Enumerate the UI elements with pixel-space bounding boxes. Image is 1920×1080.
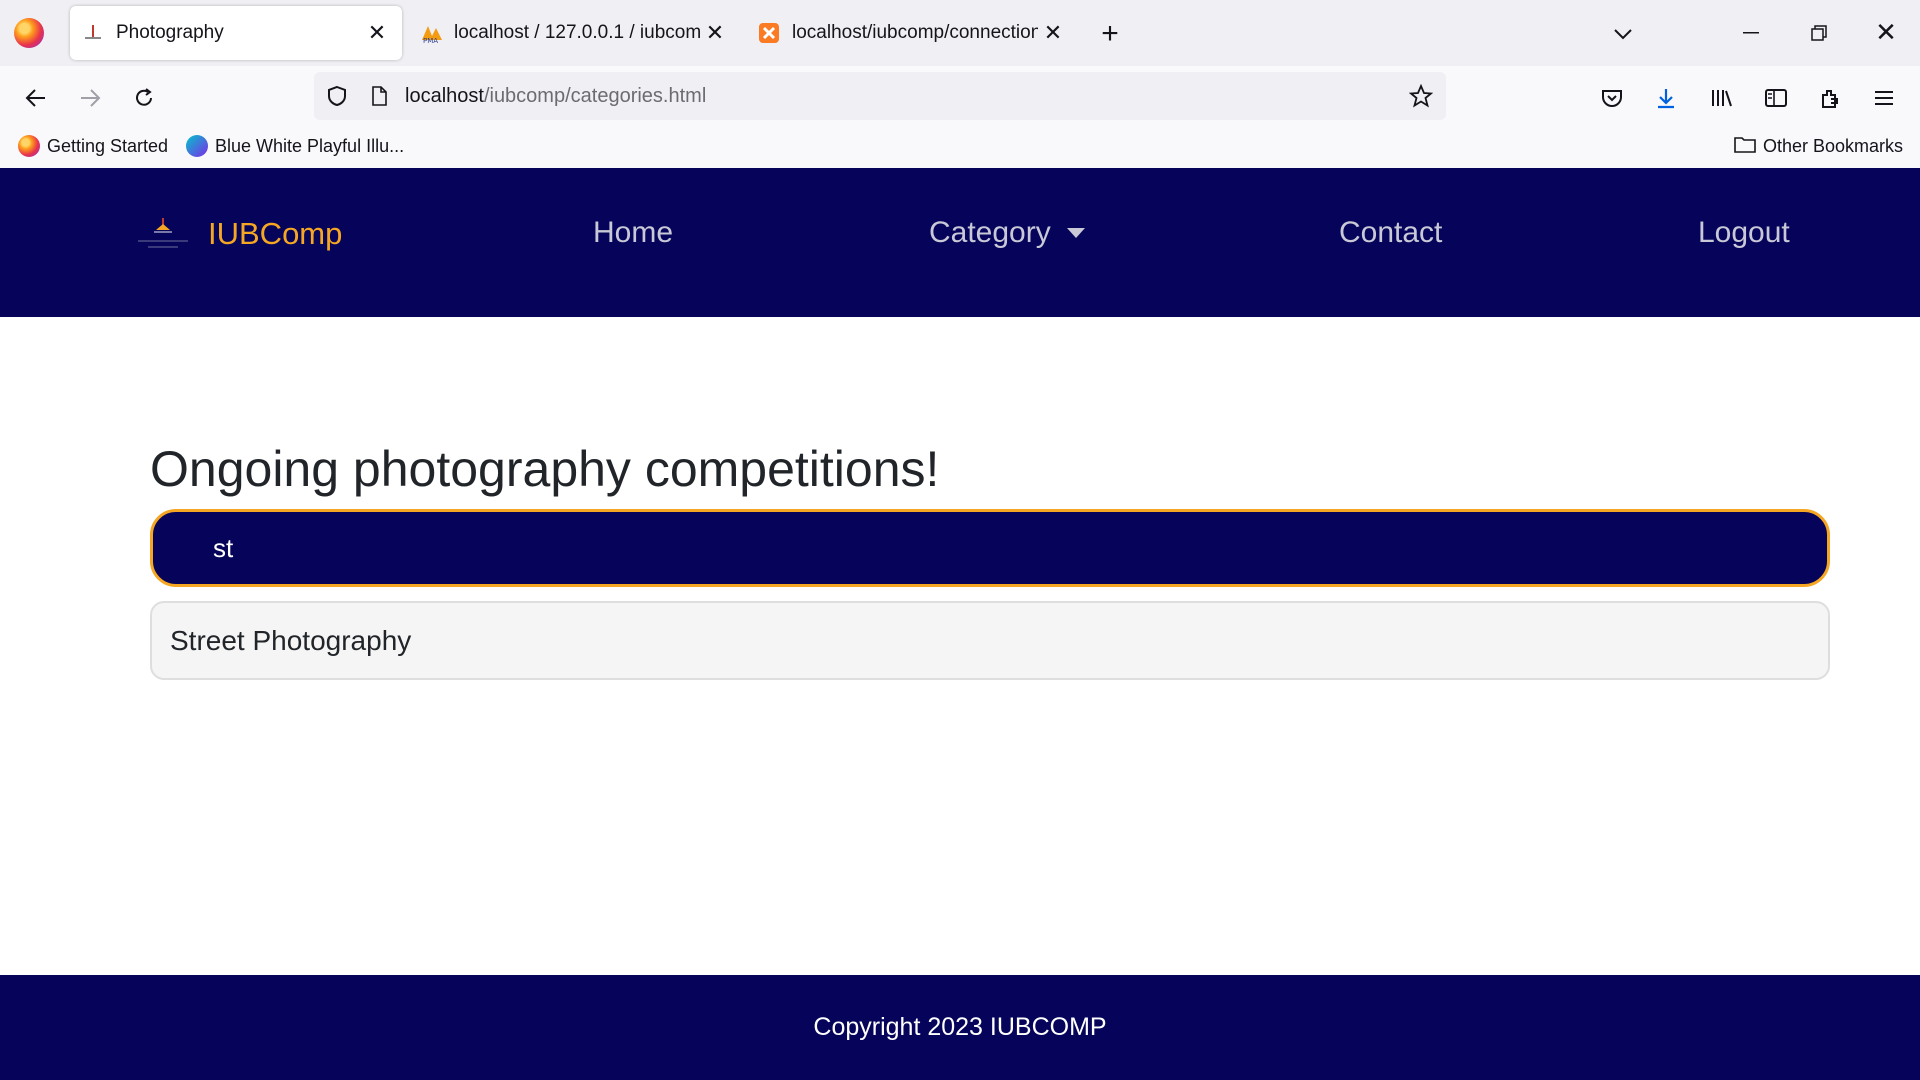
forward-icon[interactable] [74, 82, 106, 114]
restore-window-icon[interactable] [1804, 18, 1834, 48]
tab-connection[interactable]: localhost/iubcomp/connection.p ✕ [746, 6, 1078, 60]
close-window-icon[interactable]: ✕ [1870, 16, 1902, 48]
brand-name: IUBComp [208, 216, 343, 251]
phpmyadmin-icon: PMA [420, 22, 442, 45]
tab-photography[interactable]: Photography ✕ [70, 6, 402, 60]
pocket-icon[interactable] [1596, 82, 1628, 114]
minimize-window-icon[interactable] [1736, 18, 1766, 48]
tab-title: Photography [116, 22, 224, 43]
downloads-icon[interactable] [1650, 82, 1682, 114]
site-navbar: IUBComp Home Category Contact Logout [0, 168, 1920, 317]
reload-icon[interactable] [128, 82, 160, 114]
tab-phpmyadmin[interactable]: PMA localhost / 127.0.0.1 / iubcomp ✕ [408, 6, 740, 60]
back-icon[interactable] [20, 82, 52, 114]
nav-contact-label: Contact [1339, 216, 1443, 249]
result-list-item[interactable]: Street Photography [150, 601, 1830, 680]
tab-title: localhost/iubcomp/connection.p [792, 22, 1038, 43]
list-all-tabs-icon[interactable] [1608, 20, 1638, 48]
url-text[interactable]: localhost/iubcomp/categories.html [405, 85, 706, 108]
nav-contact[interactable]: Contact [1339, 216, 1442, 250]
page-title: Ongoing photography competitions! [150, 441, 940, 497]
search-value: st [213, 532, 234, 563]
shield-icon[interactable] [322, 81, 352, 111]
nav-category-label: Category [929, 216, 1051, 249]
bookmark-star-icon[interactable] [1406, 81, 1436, 111]
close-tab-icon[interactable]: ✕ [362, 18, 392, 48]
nav-home[interactable]: Home [593, 216, 673, 250]
site-favicon-icon [82, 22, 104, 44]
search-input[interactable]: st [150, 509, 1830, 587]
extensions-icon[interactable] [1814, 82, 1846, 114]
nav-logout[interactable]: Logout [1698, 216, 1790, 250]
bookmark-label: Getting Started [47, 135, 169, 156]
xampp-icon [758, 22, 780, 44]
result-label: Street Photography [170, 624, 412, 656]
close-tab-icon[interactable]: ✕ [700, 18, 730, 48]
copyright-text: Copyright 2023 IUBCOMP [813, 1013, 1107, 1041]
firefox-menu-icon[interactable] [14, 18, 44, 48]
svg-text:PMA: PMA [423, 37, 438, 44]
firefox-icon [18, 135, 40, 157]
app-menu-icon[interactable] [1868, 82, 1900, 114]
other-bookmarks[interactable]: Other Bookmarks [1734, 135, 1903, 158]
library-icon[interactable] [1706, 82, 1738, 114]
bookmark-getting-started[interactable]: Getting Started [18, 135, 168, 157]
address-bar[interactable]: localhost/iubcomp/categories.html [314, 72, 1446, 120]
site-footer: Copyright 2023 IUBCOMP [0, 975, 1920, 1080]
nav-home-label: Home [593, 216, 674, 249]
tab-bar: Photography ✕ PMA localhost / 127.0.0.1 … [0, 0, 1920, 66]
url-path: /iubcomp/categories.html [483, 84, 707, 107]
bookmark-label: Blue White Playful Illu... [215, 135, 405, 156]
nav-category-dropdown[interactable]: Category [929, 216, 1085, 250]
bookmarks-toolbar: Getting Started Blue White Playful Illu.… [0, 128, 1920, 168]
caret-down-icon [1066, 228, 1085, 238]
iub-logo [132, 214, 194, 254]
tab-title: localhost / 127.0.0.1 / iubcomp [454, 22, 700, 43]
canva-icon [186, 135, 208, 157]
close-tab-icon[interactable]: ✕ [1038, 18, 1068, 48]
sidebar-icon[interactable] [1760, 82, 1792, 114]
nav-logout-label: Logout [1698, 216, 1790, 249]
new-tab-icon[interactable]: + [1094, 17, 1126, 50]
bookmark-blue-white[interactable]: Blue White Playful Illu... [186, 135, 404, 157]
folder-icon [1734, 135, 1756, 158]
url-host: localhost [405, 84, 484, 107]
page-info-icon[interactable] [364, 81, 394, 111]
brand-link[interactable]: IUBComp [132, 214, 342, 254]
other-bookmarks-label: Other Bookmarks [1763, 136, 1904, 156]
